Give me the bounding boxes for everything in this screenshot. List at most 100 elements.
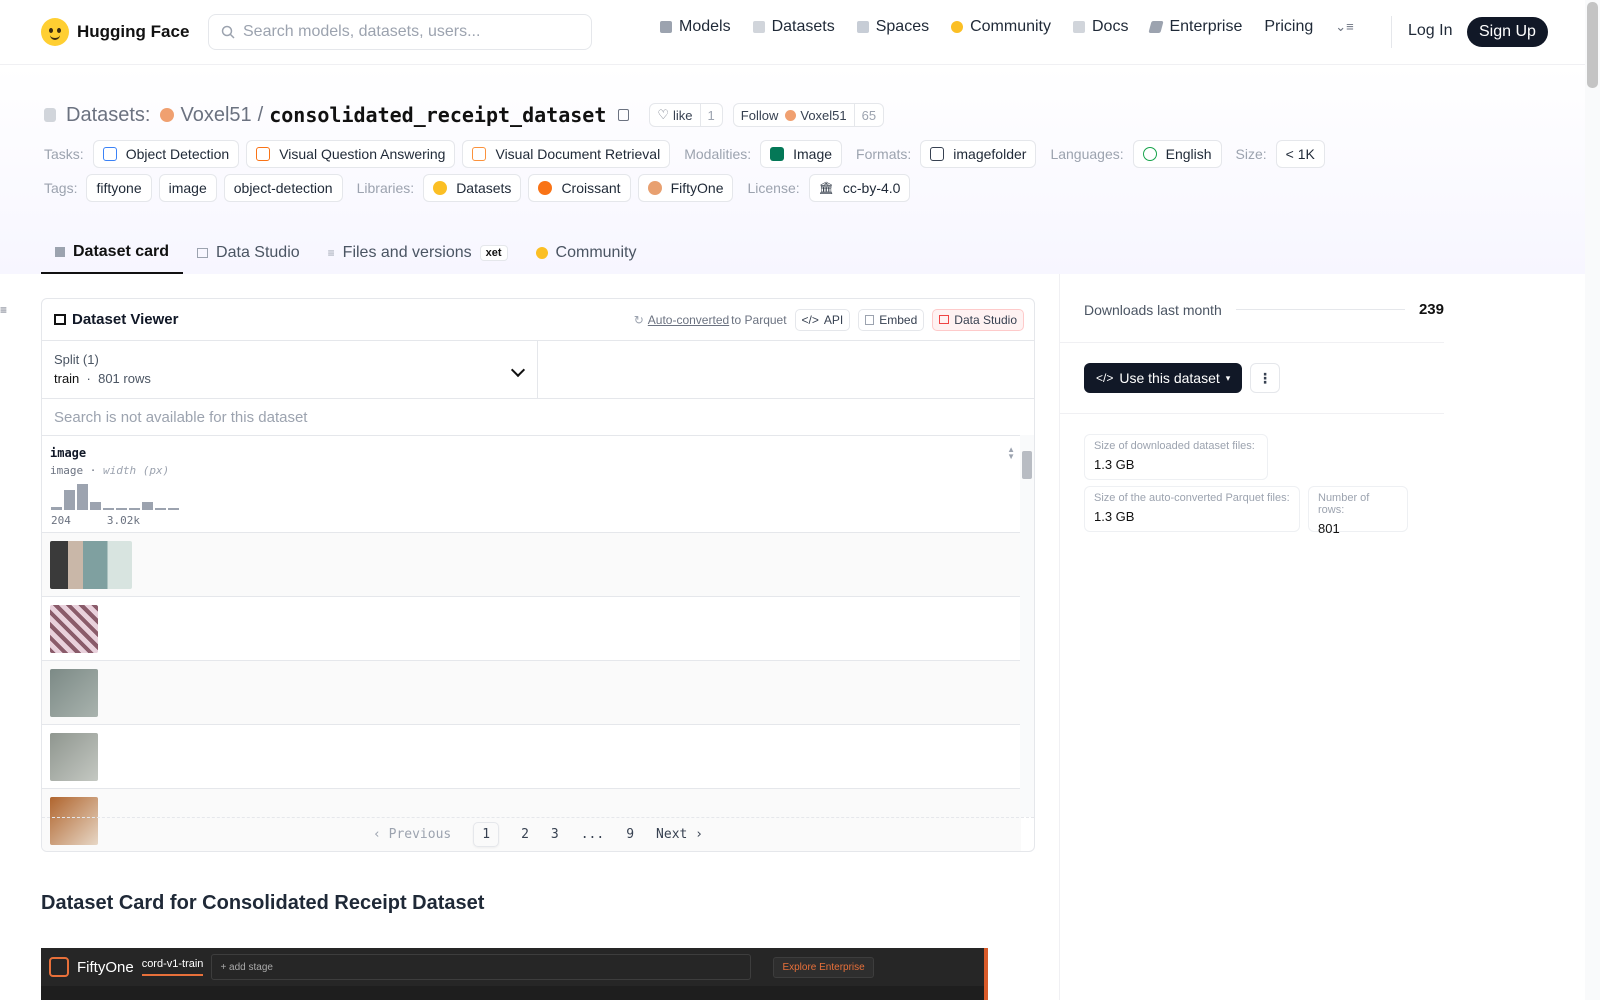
fiftyone-screenshot: FiftyOne cord-v1-train + add stage Explo… xyxy=(41,948,988,1000)
owner-avatar-icon xyxy=(160,108,175,122)
login-link[interactable]: Log In xyxy=(1408,22,1452,40)
fiftyone-brand: FiftyOne xyxy=(77,958,134,976)
sidebar-divider xyxy=(1060,342,1444,343)
brand-name: Hugging Face xyxy=(77,22,190,41)
page-9-button[interactable]: 9 xyxy=(626,827,634,842)
nav-models[interactable]: Models xyxy=(660,18,731,36)
column-type: image · width (px) xyxy=(50,464,170,477)
page-scrollbar-thumb[interactable] xyxy=(1587,2,1598,88)
follow-button[interactable]: Follow Voxel51 65 xyxy=(732,103,885,127)
page-2-button[interactable]: 2 xyxy=(521,827,529,842)
tab-data-studio[interactable]: Data Studio xyxy=(183,231,314,274)
page-scrollbar[interactable] xyxy=(1585,0,1600,1000)
nav-pricing[interactable]: Pricing xyxy=(1264,18,1313,36)
modality-tag[interactable]: Image xyxy=(760,140,843,168)
bank-icon: 🏛 xyxy=(818,181,834,195)
viewer-scrollbar-thumb[interactable] xyxy=(1022,451,1032,479)
tag-item[interactable]: fiftyone xyxy=(86,174,152,202)
like-button[interactable]: ♡ like 1 xyxy=(649,103,723,127)
page-1-button[interactable]: 1 xyxy=(473,822,500,847)
embed-button[interactable]: Embed xyxy=(858,308,925,331)
object-detection-icon xyxy=(102,147,117,161)
library-tag[interactable]: Datasets xyxy=(423,174,522,202)
tab-community[interactable]: Community xyxy=(522,231,651,274)
tag-item[interactable]: object-detection xyxy=(223,174,343,202)
table-row[interactable] xyxy=(42,533,1021,597)
nav-docs[interactable]: Docs xyxy=(1073,18,1128,36)
search-box[interactable] xyxy=(208,14,592,50)
nav-community[interactable]: Community xyxy=(951,18,1051,36)
table-row[interactable] xyxy=(42,661,1021,725)
histogram-bar[interactable] xyxy=(142,502,153,510)
tag-item[interactable]: image xyxy=(158,174,217,202)
api-button[interactable]: </> API xyxy=(794,308,851,331)
sort-icon[interactable]: ▲ ▼ xyxy=(1007,446,1015,461)
task-tag[interactable]: Object Detection xyxy=(92,140,240,168)
table-row[interactable] xyxy=(42,597,1021,661)
hugging-face-logo-icon xyxy=(41,18,69,46)
toc-toggle-icon[interactable]: ≡ xyxy=(0,303,7,317)
owner-avatar-icon xyxy=(785,109,797,121)
image-thumbnail[interactable] xyxy=(50,668,98,717)
histogram-bar[interactable] xyxy=(116,508,127,510)
histogram-bar[interactable] xyxy=(77,484,88,510)
table-icon xyxy=(939,315,950,324)
nav-enterprise[interactable]: Enterprise xyxy=(1148,18,1242,36)
like-count: 1 xyxy=(699,104,722,126)
license-tag[interactable]: 🏛 cc-by-4.0 xyxy=(808,174,911,202)
table-row[interactable] xyxy=(42,725,1021,789)
dataset-tabs: Dataset card Data Studio ≡ Files and vers… xyxy=(41,231,650,274)
histogram-bar[interactable] xyxy=(129,508,140,510)
histogram-bar[interactable] xyxy=(90,502,101,510)
page-3-button[interactable]: 3 xyxy=(551,827,559,842)
meta-row-tasks: Tasks: Object Detection Visual Question … xyxy=(44,140,1325,168)
nav-spaces[interactable]: Spaces xyxy=(856,18,929,36)
owner-link[interactable]: Voxel51 xyxy=(180,104,251,127)
section-label[interactable]: Datasets: xyxy=(66,104,150,127)
heart-icon: ♡ xyxy=(657,107,670,122)
format-tag[interactable]: imagefolder xyxy=(920,140,1037,168)
histogram-bar[interactable] xyxy=(103,508,114,510)
split-selector[interactable]: Split (1) train · 801 rows xyxy=(42,341,538,398)
image-thumbnail[interactable] xyxy=(50,540,132,589)
download-size-label: Size of downloaded dataset files: xyxy=(1094,440,1255,452)
prev-page-button[interactable]: ‹ Previous xyxy=(373,827,451,842)
copy-icon[interactable] xyxy=(618,109,630,121)
modalities-label: Modalities: xyxy=(684,146,752,162)
table-icon xyxy=(54,314,66,325)
viewer-scrollbar[interactable] xyxy=(1020,435,1034,817)
use-dataset-button[interactable]: </> Use this dataset ▾ xyxy=(1084,363,1243,393)
menu-icon[interactable]: ⌄≡ xyxy=(1335,19,1353,35)
tab-files[interactable]: ≡ Files and versions xet xyxy=(314,231,522,274)
next-page-button[interactable]: Next › xyxy=(656,827,703,842)
vqa-icon xyxy=(256,147,271,161)
fiftyone-enterprise: Explore Enterprise xyxy=(773,956,874,978)
viewer-rows xyxy=(42,533,1021,851)
task-tag[interactable]: Visual Question Answering xyxy=(246,140,456,168)
croissant-icon xyxy=(538,181,553,195)
language-tag[interactable]: English xyxy=(1132,140,1222,168)
data-studio-button[interactable]: Data Studio xyxy=(932,308,1024,331)
histogram-bar[interactable] xyxy=(51,507,62,510)
image-thumbnail[interactable] xyxy=(50,732,98,781)
task-tag[interactable]: Visual Document Retrieval xyxy=(462,140,671,168)
nav-datasets[interactable]: Datasets xyxy=(752,18,835,36)
tags-label: Tags: xyxy=(44,180,78,196)
histogram-bar[interactable] xyxy=(155,508,166,510)
tab-dataset-card[interactable]: Dataset card xyxy=(41,231,184,274)
library-tag[interactable]: Croissant xyxy=(528,174,631,202)
search-input[interactable] xyxy=(243,23,573,41)
size-tag[interactable]: < 1K xyxy=(1275,140,1325,168)
histogram-bar[interactable] xyxy=(168,508,179,510)
downloads-sparkline xyxy=(1235,309,1405,310)
brand[interactable]: Hugging Face xyxy=(41,18,189,46)
enterprise-icon xyxy=(1148,21,1165,33)
signup-button[interactable]: Sign Up xyxy=(1467,17,1548,47)
image-thumbnail[interactable] xyxy=(50,604,98,653)
auto-converted-link[interactable]: Auto-converted xyxy=(648,313,729,327)
dataset-name[interactable]: consolidated_receipt_dataset xyxy=(269,103,606,127)
histogram-bar[interactable] xyxy=(64,490,75,510)
library-tag[interactable]: FiftyOne xyxy=(637,174,734,202)
more-options-button[interactable]: ⋮ xyxy=(1250,363,1280,393)
dataset-viewer: Dataset Viewer ↻ Auto-converted to Parqu… xyxy=(41,298,1035,852)
